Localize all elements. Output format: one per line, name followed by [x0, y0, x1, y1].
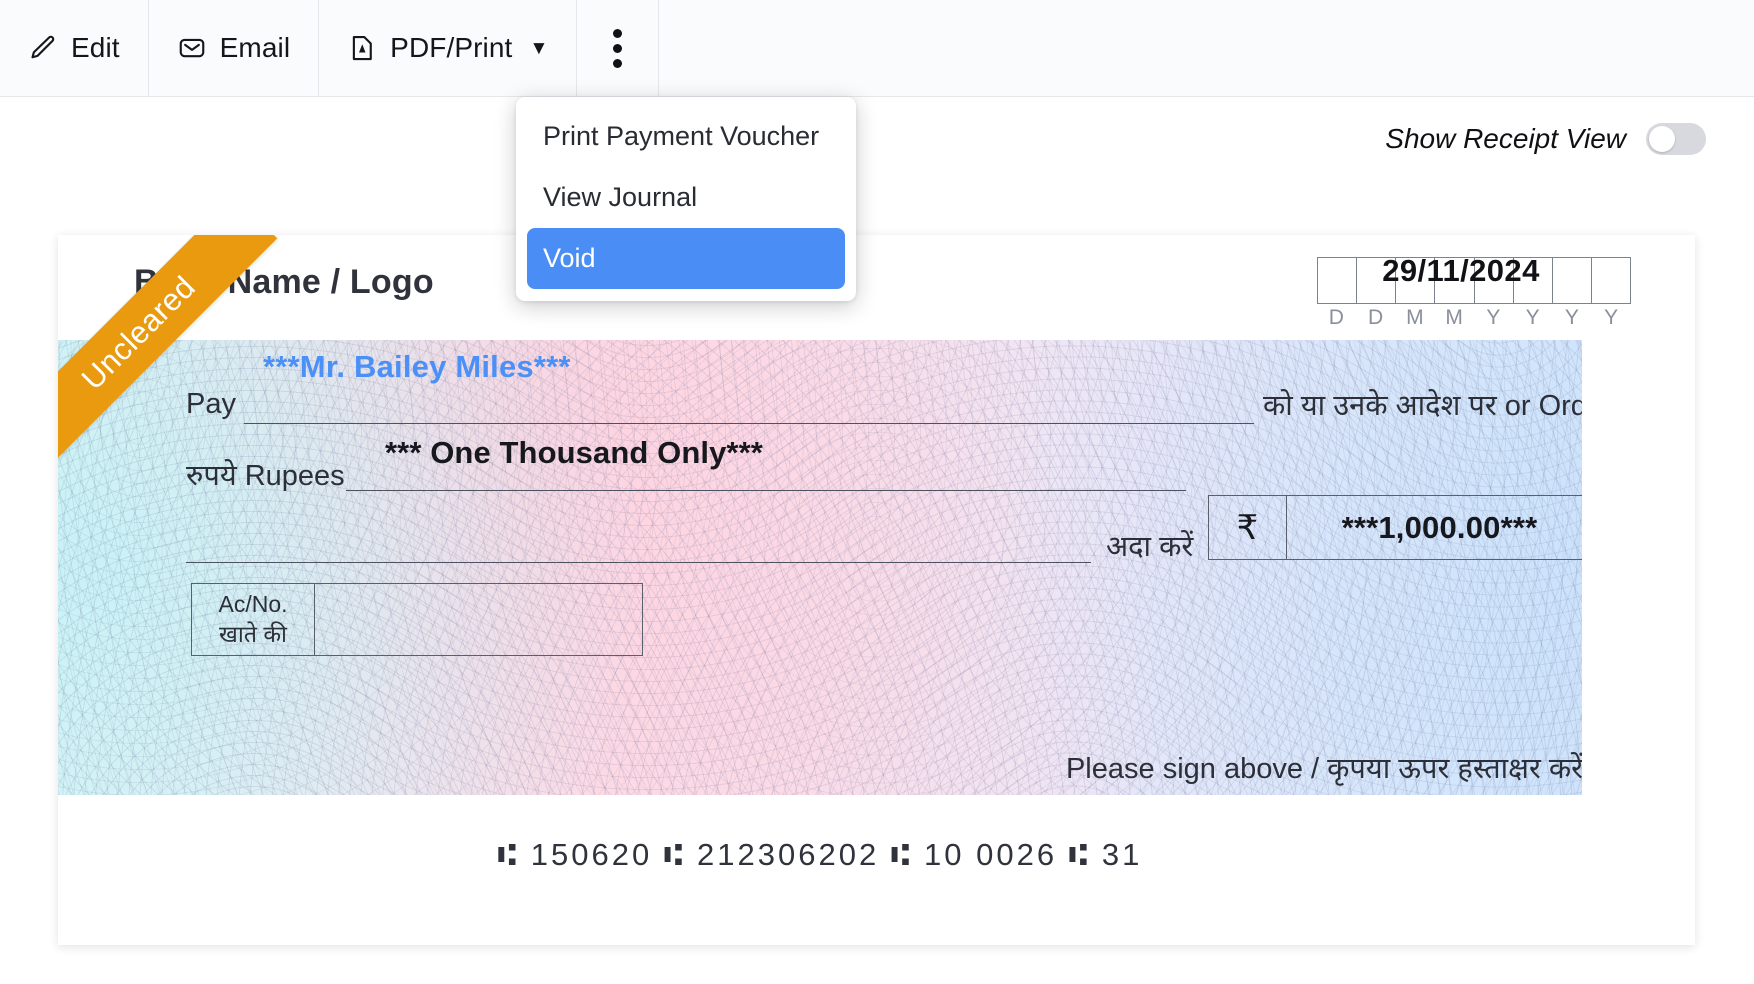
toggle-knob: [1649, 126, 1675, 152]
date-letter: Y: [1486, 306, 1501, 329]
cheque-right-margin: [1582, 340, 1695, 795]
date-letter: M: [1406, 306, 1425, 329]
payee-name: ***Mr. Bailey Miles***: [263, 349, 571, 384]
toolbar-filler: [659, 0, 1754, 96]
bank-name-logo: Bank Name / Logo: [134, 263, 434, 301]
or-order-text: को या उनके आदेश पर or Order: [1263, 390, 1613, 422]
date-cell-letters: D D M M Y Y Y Y: [1317, 306, 1631, 330]
cheque-footer: ⑆ 150620 ⑆ 212306202 ⑆ 10 0026 ⑆ 31: [58, 795, 1695, 945]
more-options-button[interactable]: [577, 0, 660, 96]
edit-button-label: Edit: [71, 32, 120, 63]
more-options-dropdown: Print Payment Voucher View Journal Void: [516, 97, 856, 301]
cheque-date-block: 29/11/2024 D D M M Y Y Y Y: [1317, 253, 1631, 330]
date-letter: Y: [1564, 306, 1580, 329]
email-button[interactable]: Email: [148, 0, 320, 96]
amount-figures-box: ₹ ***1,000.00***: [1208, 495, 1593, 560]
account-number-value: [315, 584, 642, 655]
edit-button[interactable]: Edit: [0, 0, 149, 96]
signature-instruction: Please sign above / कृपया ऊपर हस्ताक्षर …: [1065, 753, 1583, 785]
date-letter: M: [1445, 306, 1464, 329]
menu-item-print-payment-voucher[interactable]: Print Payment Voucher: [527, 106, 845, 167]
ada-karen-text: अदा करें: [1106, 531, 1194, 563]
cheque-date-value: 29/11/2024: [1382, 253, 1540, 288]
chevron-down-icon: ▼: [529, 37, 549, 59]
pdf-print-button[interactable]: PDF/Print ▼: [319, 0, 578, 96]
amount-in-words: *** One Thousand Only***: [385, 435, 763, 470]
cheque-preview-card: Uncleared Bank Name / Logo 29/11/2024 D …: [58, 235, 1695, 945]
rupees-label: रुपये Rupees: [186, 460, 345, 492]
acno-label-hi: खाते की: [219, 621, 287, 647]
pdf-print-button-label: PDF/Print: [390, 32, 513, 63]
email-button-label: Email: [219, 32, 291, 63]
menu-item-view-journal[interactable]: View Journal: [527, 167, 845, 228]
cheque-body: ***Mr. Bailey Miles*** Pay को या उनके आद…: [58, 340, 1695, 795]
date-letter: D: [1328, 306, 1345, 329]
rupee-symbol-icon: ₹: [1209, 496, 1287, 559]
pay-label: Pay: [186, 388, 236, 420]
show-receipt-view-row: Show Receipt View: [1385, 123, 1706, 155]
pencil-icon: [28, 33, 58, 63]
date-letter: D: [1368, 306, 1384, 329]
menu-item-void[interactable]: Void: [527, 228, 845, 289]
show-receipt-view-toggle[interactable]: [1646, 123, 1706, 155]
three-dots-vertical-icon: [613, 43, 623, 53]
pay-underline: [244, 423, 1254, 424]
date-letter: Y: [1525, 306, 1541, 329]
pdf-file-icon: [347, 33, 377, 63]
envelope-icon: [177, 33, 207, 63]
date-letter: Y: [1604, 306, 1619, 329]
acno-label-en: Ac/No.: [218, 590, 288, 617]
three-dots-vertical-icon: [613, 28, 623, 38]
rupees-underline-1: [346, 490, 1186, 491]
amount-in-figures: ***1,000.00***: [1341, 509, 1538, 545]
cheque-header: Bank Name / Logo 29/11/2024 D D M M Y Y: [58, 235, 1695, 340]
account-number-box: Ac/No. खाते की: [191, 583, 643, 656]
show-receipt-view-label: Show Receipt View: [1385, 123, 1626, 154]
account-number-label: Ac/No. खाते की: [192, 584, 315, 655]
micr-line: ⑆ 150620 ⑆ 212306202 ⑆ 10 0026 ⑆ 31: [497, 837, 1143, 872]
top-toolbar: Edit Email PDF/Print ▼: [0, 0, 1754, 97]
three-dots-vertical-icon: [613, 58, 623, 68]
rupees-underline-2: [186, 562, 1091, 563]
